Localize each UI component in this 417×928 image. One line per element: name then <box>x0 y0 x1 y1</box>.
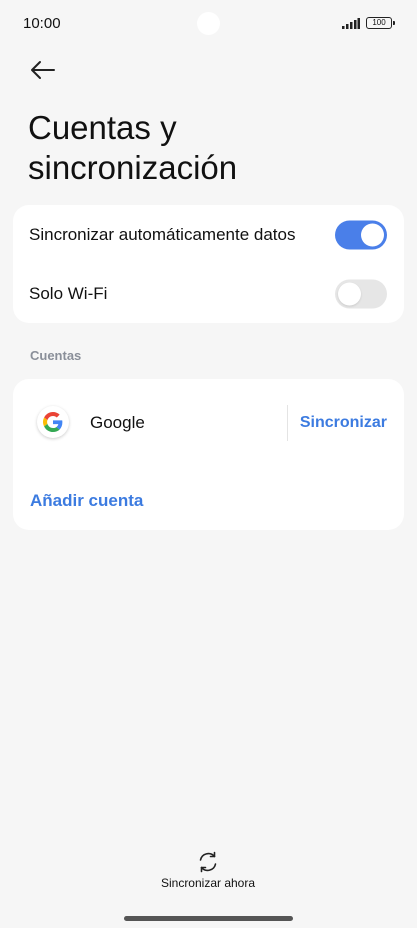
sync-now-button[interactable]: Sincronizar ahora <box>148 848 268 892</box>
sync-now-label: Sincronizar ahora <box>160 876 256 890</box>
wifi-only-label: Solo Wi-Fi <box>29 283 108 303</box>
wifi-only-row[interactable]: Solo Wi-Fi <box>13 264 404 323</box>
accounts-section-heading: Cuentas <box>30 348 82 363</box>
battery-icon: 100 <box>366 17 395 29</box>
sync-settings-card: Sincronizar automáticamente datos Solo W… <box>13 205 404 323</box>
status-bar: 10:00 100 <box>0 0 417 48</box>
home-indicator[interactable] <box>124 916 293 921</box>
auto-sync-row[interactable]: Sincronizar automáticamente datos <box>13 205 404 264</box>
sync-account-button[interactable]: Sincronizar <box>300 414 387 432</box>
auto-sync-toggle[interactable] <box>335 220 387 249</box>
camera-cutout <box>197 12 220 35</box>
add-account-button[interactable]: Añadir cuenta <box>30 491 143 511</box>
signal-icon <box>342 18 360 29</box>
toggle-knob <box>338 282 361 305</box>
back-arrow-icon[interactable] <box>28 58 58 82</box>
account-row-google[interactable]: Google Sincronizar <box>13 393 404 453</box>
sync-icon <box>199 851 217 873</box>
google-icon <box>37 406 69 438</box>
wifi-only-toggle[interactable] <box>335 279 387 308</box>
accounts-card: Google Sincronizar Añadir cuenta <box>13 379 404 530</box>
toggle-knob <box>361 223 384 246</box>
page-title: Cuentas y sincronización <box>28 109 238 186</box>
account-name: Google <box>90 413 145 432</box>
auto-sync-label: Sincronizar automáticamente datos <box>29 224 296 244</box>
divider <box>287 405 288 441</box>
status-time: 10:00 <box>23 15 61 32</box>
